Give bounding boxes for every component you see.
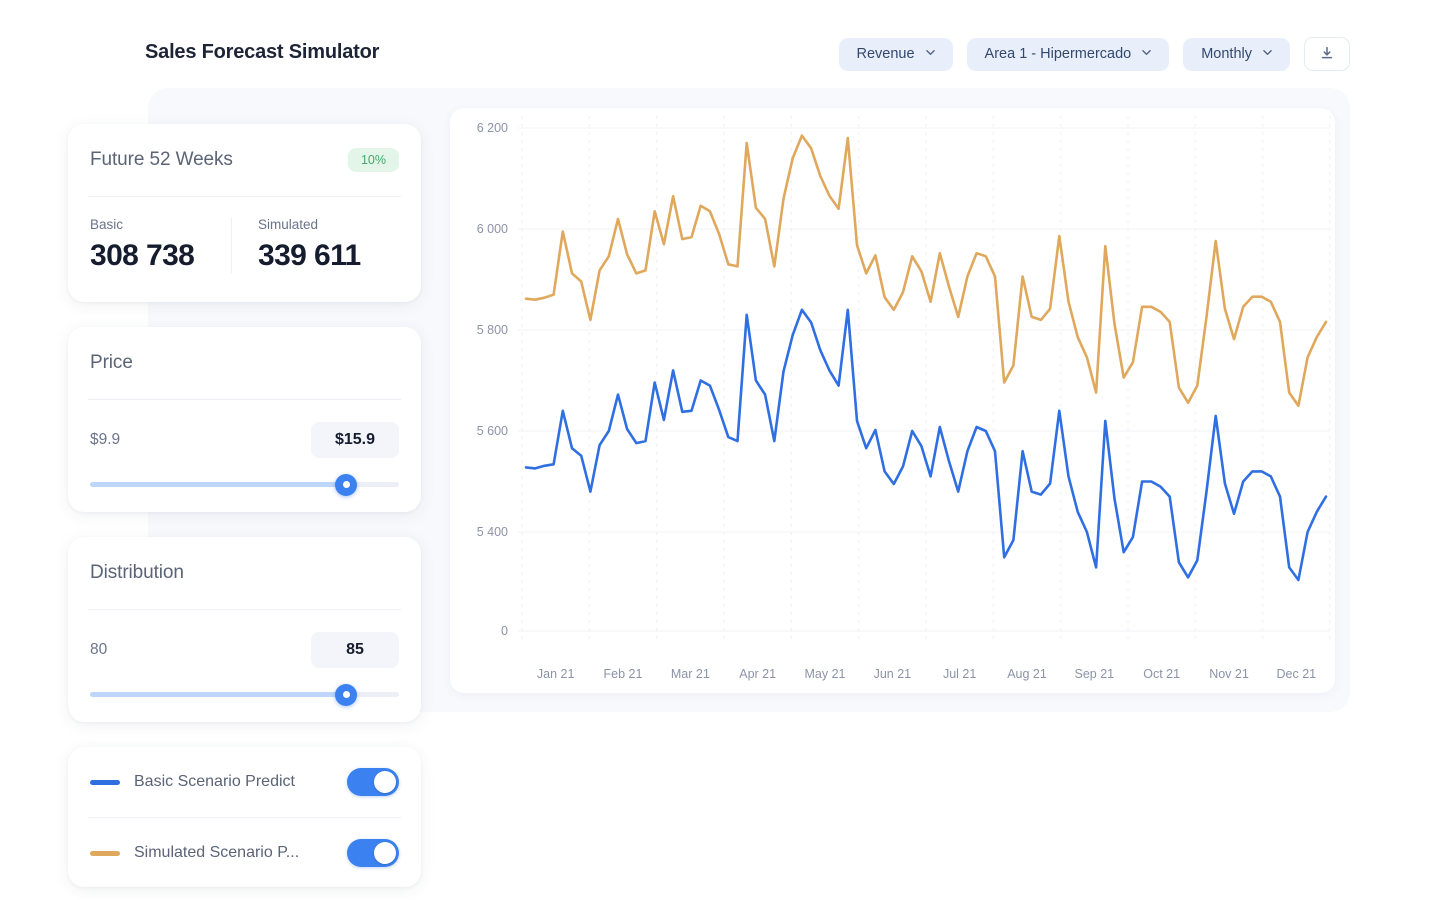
chevron-down-icon: [1263, 48, 1272, 57]
price-title: Price: [90, 352, 133, 373]
chart-y-axis-labels: 6 200 6 000 5 800 5 600 5 400 0: [477, 121, 508, 638]
distribution-card-header: Distribution: [68, 537, 421, 609]
legend-line-icon: [90, 850, 120, 856]
distribution-min-label: 80: [90, 641, 108, 658]
granularity-dropdown[interactable]: Monthly: [1183, 37, 1290, 71]
svg-text:Nov 21: Nov 21: [1209, 667, 1249, 681]
svg-text:Jul 21: Jul 21: [943, 667, 976, 681]
price-slider-thumb[interactable]: [335, 473, 358, 496]
svg-text:Feb 21: Feb 21: [604, 667, 643, 681]
svg-text:0: 0: [501, 624, 508, 638]
price-slider-track[interactable]: [90, 473, 399, 496]
distribution-slider-thumb[interactable]: [335, 683, 358, 706]
chevron-down-icon: [925, 48, 935, 57]
download-button[interactable]: [1304, 37, 1350, 71]
svg-text:May 21: May 21: [805, 667, 846, 681]
distribution-slider-fill: [90, 692, 347, 697]
svg-text:Dec 21: Dec 21: [1277, 667, 1317, 681]
distribution-card: Distribution 80 85: [68, 537, 421, 722]
forecast-chart-card: 6 200 6 000 5 800 5 600 5 400 0 Jan 21 Feb 21 M…: [450, 108, 1335, 693]
chart-gridlines: [518, 116, 1331, 642]
area-dropdown-label: Area 1 - Hipermercado: [984, 46, 1132, 62]
area-dropdown[interactable]: Area 1 - Hipermercado: [966, 37, 1170, 71]
price-slider-row: $9.9 $15.9: [68, 400, 421, 458]
svg-text:Jan 21: Jan 21: [537, 667, 575, 681]
price-slider[interactable]: [68, 458, 421, 496]
legend-label-simulated: Simulated Scenario P...: [134, 844, 300, 861]
granularity-dropdown-label: Monthly: [1201, 46, 1252, 62]
toggle-basic-series[interactable]: [347, 768, 399, 796]
svg-text:Apr 21: Apr 21: [739, 667, 776, 681]
page-title: Sales Forecast Simulator: [145, 41, 380, 63]
price-value-input[interactable]: $15.9: [311, 422, 399, 458]
price-min-label: $9.9: [90, 431, 121, 448]
summary-card-header: Future 52 Weeks 10%: [68, 124, 421, 196]
distribution-value-input[interactable]: 85: [311, 632, 399, 668]
series-legend-card: Basic Scenario Predict Simulated Scenari…: [68, 747, 421, 887]
svg-text:Aug 21: Aug 21: [1007, 667, 1047, 681]
svg-text:Mar 21: Mar 21: [671, 667, 710, 681]
svg-text:5 600: 5 600: [477, 424, 508, 438]
chevron-down-icon: [1142, 48, 1151, 57]
svg-text:5 800: 5 800: [477, 323, 508, 337]
app-header: Sales Forecast Simulator Revenue Area 1 …: [0, 0, 1440, 92]
chart-x-axis-labels: Jan 21 Feb 21 Mar 21 Apr 21 May 21 Jun 21 Jul …: [537, 667, 1316, 681]
summary-card: Future 52 Weeks 10% Basic 308 738 Simula…: [68, 124, 421, 302]
status-badge: 10%: [347, 147, 399, 173]
stat-simulated: Simulated 339 611: [231, 217, 399, 273]
price-card-header: Price: [68, 327, 421, 399]
metric-dropdown-label: Revenue: [856, 46, 915, 62]
distribution-slider[interactable]: [68, 668, 421, 706]
summary-title: Future 52 Weeks: [90, 149, 233, 170]
header-controls: Revenue Area 1 - Hipermercado Monthly: [838, 37, 1350, 71]
distribution-slider-row: 80 85: [68, 610, 421, 668]
distribution-slider-track[interactable]: [90, 683, 399, 706]
price-card: Price $9.9 $15.9: [68, 327, 421, 512]
stat-basic: Basic 308 738: [90, 217, 231, 273]
legend-label-basic: Basic Scenario Predict: [134, 773, 295, 790]
summary-stats: Basic 308 738 Simulated 339 611: [68, 197, 421, 273]
forecast-line-chart[interactable]: 6 200 6 000 5 800 5 600 5 400 0 Jan 21 Feb 21 M…: [450, 108, 1335, 693]
stat-basic-label: Basic: [90, 217, 124, 232]
svg-text:Oct 21: Oct 21: [1143, 667, 1180, 681]
distribution-title: Distribution: [90, 562, 184, 583]
stat-simulated-label: Simulated: [258, 217, 319, 232]
download-icon: [1320, 46, 1334, 63]
metric-dropdown[interactable]: Revenue: [838, 37, 953, 71]
legend-line-icon: [90, 779, 120, 785]
svg-text:Jun 21: Jun 21: [874, 667, 912, 681]
stat-simulated-value: 339 611: [258, 239, 361, 272]
legend-item-basic: Basic Scenario Predict: [68, 747, 421, 817]
stat-basic-value: 308 738: [90, 239, 195, 272]
svg-text:6 000: 6 000: [477, 222, 508, 236]
app-root: Sales Forecast Simulator Revenue Area 1 …: [0, 0, 1440, 900]
svg-text:6 200: 6 200: [477, 121, 508, 135]
svg-text:Sep 21: Sep 21: [1075, 667, 1115, 681]
price-slider-fill: [90, 482, 347, 487]
svg-text:5 400: 5 400: [477, 525, 508, 539]
toggle-simulated-series[interactable]: [347, 839, 399, 867]
legend-item-simulated: Simulated Scenario P...: [68, 818, 421, 888]
